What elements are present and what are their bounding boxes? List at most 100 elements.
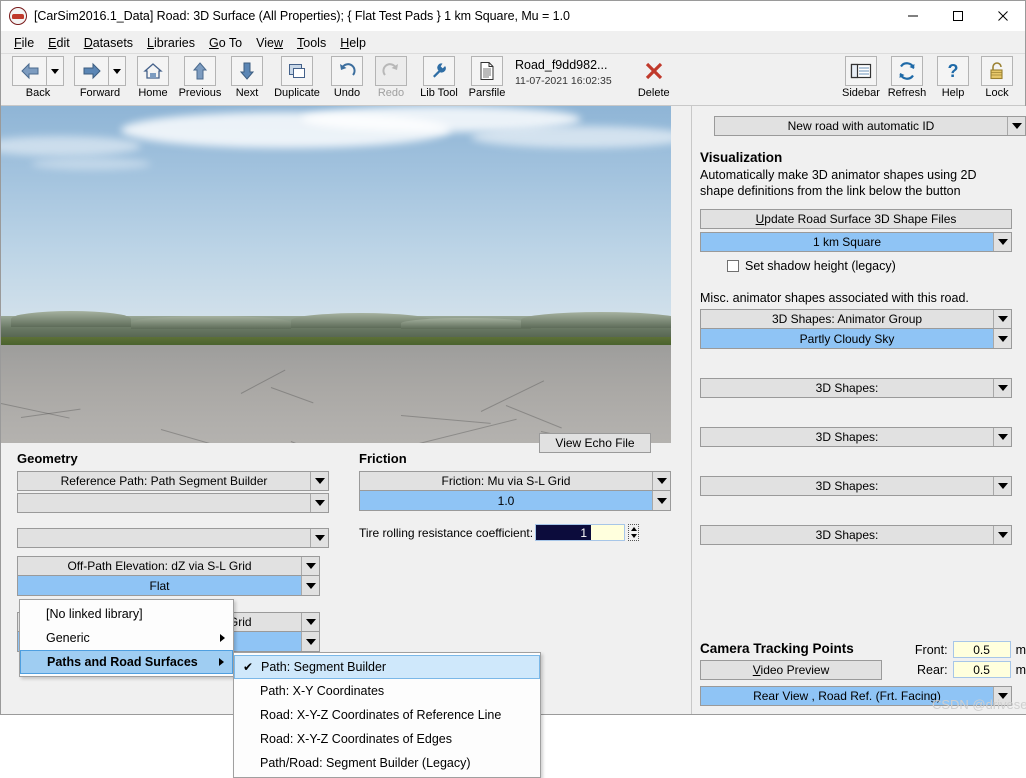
reference-path-combo-arrow[interactable]: [310, 472, 328, 490]
road-id-combo-arrow[interactable]: [1007, 117, 1025, 135]
offpath-elevation-1-value[interactable]: Flat: [17, 576, 320, 596]
secondary-combo[interactable]: [17, 528, 329, 548]
offpath-elevation-2-arrow[interactable]: [301, 613, 319, 631]
menu-datasets[interactable]: Datasets: [77, 34, 140, 52]
3d-shapes-combo-1[interactable]: 3D Shapes:: [700, 378, 1012, 398]
forward-arrow-icon[interactable]: [74, 56, 108, 86]
menu-item-label: [No linked library]: [46, 607, 143, 621]
forward-button[interactable]: Forward: [71, 54, 129, 99]
path-type-submenu[interactable]: ✔ Path: Segment Builder Path: X-Y Coordi…: [233, 652, 541, 778]
back-button[interactable]: Back: [9, 54, 67, 99]
3d-shapes-combo-4[interactable]: 3D Shapes:: [700, 525, 1012, 545]
offpath-elevation-1-value-arrow[interactable]: [301, 576, 319, 595]
menu-item-generic[interactable]: Generic: [20, 626, 233, 650]
camera-view-combo[interactable]: Rear View , Road Ref. (Frt. Facing): [700, 686, 1012, 706]
submenu-item-path-xy-coordinates[interactable]: Path: X-Y Coordinates: [234, 679, 540, 703]
rolling-resistance-stepper[interactable]: [628, 524, 640, 541]
wrench-icon[interactable]: [423, 56, 455, 86]
friction-combo[interactable]: Friction: Mu via S-L Grid: [359, 471, 671, 491]
3d-shapes-arrow-4[interactable]: [993, 526, 1011, 544]
home-button[interactable]: Home: [133, 54, 173, 99]
library-context-menu[interactable]: [No linked library] Generic Paths and Ro…: [19, 599, 234, 677]
3d-shapes-arrow-2[interactable]: [993, 428, 1011, 446]
menu-edit[interactable]: Edit: [41, 34, 77, 52]
next-button[interactable]: Next: [227, 54, 267, 99]
minimize-icon[interactable]: [890, 1, 935, 31]
maximize-icon[interactable]: [935, 1, 980, 31]
menu-view[interactable]: View: [249, 34, 290, 52]
parsfile-button[interactable]: Parsfile: [467, 54, 507, 99]
toolbar-right-group: Sidebar Refresh ? Help Lock: [839, 54, 1025, 99]
reference-path-value-combo[interactable]: [17, 493, 329, 513]
menu-libraries[interactable]: Libraries: [140, 34, 202, 52]
menu-goto[interactable]: Go To: [202, 34, 249, 52]
offpath-elevation-1-arrow[interactable]: [301, 557, 319, 575]
submenu-item-path-segment-builder[interactable]: ✔ Path: Segment Builder: [234, 655, 540, 679]
close-icon[interactable]: [980, 1, 1025, 31]
shadow-height-checkbox[interactable]: [727, 260, 739, 272]
menu-help[interactable]: Help: [333, 34, 373, 52]
refresh-button[interactable]: Refresh: [885, 54, 929, 99]
offpath-elevation-2-value-arrow[interactable]: [301, 632, 319, 651]
previous-button[interactable]: Previous: [177, 54, 223, 99]
3d-shapes-combo-3[interactable]: 3D Shapes:: [700, 476, 1012, 496]
animator-group-arrow[interactable]: [993, 310, 1011, 328]
rear-input[interactable]: 0.5: [952, 661, 1011, 678]
menu-item-paths-and-road-surfaces[interactable]: Paths and Road Surfaces: [20, 650, 233, 674]
animator-group-value-combo[interactable]: Partly Cloudy Sky: [700, 329, 1012, 349]
front-input[interactable]: 0.5: [952, 641, 1011, 658]
question-mark-icon[interactable]: ?: [937, 56, 969, 86]
forward-dropdown-icon[interactable]: [108, 56, 126, 86]
duplicate-button[interactable]: Duplicate: [271, 54, 323, 99]
camera-view-combo-arrow[interactable]: [993, 687, 1011, 705]
road-3d-preview[interactable]: [1, 106, 671, 443]
secondary-combo-arrow[interactable]: [310, 529, 328, 547]
down-arrow-icon[interactable]: [231, 56, 263, 86]
duplicate-icon[interactable]: [281, 56, 313, 86]
animator-group-value-arrow[interactable]: [993, 329, 1011, 348]
menu-item-no-linked-library[interactable]: [No linked library]: [20, 602, 233, 626]
delete-x-icon[interactable]: [638, 56, 670, 86]
shape-combo-arrow[interactable]: [993, 233, 1011, 251]
lock-button[interactable]: Lock: [977, 54, 1017, 99]
toolbar: Back Forward Home Previous Next Duplicat…: [1, 54, 1025, 106]
menu-file[interactable]: FFileile: [7, 34, 41, 52]
rolling-resistance-input[interactable]: 1: [535, 524, 626, 541]
3d-shapes-combo-2[interactable]: 3D Shapes:: [700, 427, 1012, 447]
video-preview-button[interactable]: Video Preview: [700, 660, 882, 680]
friction-value-combo-arrow[interactable]: [652, 491, 670, 510]
back-dropdown-icon[interactable]: [46, 56, 64, 86]
reference-path-combo[interactable]: Reference Path: Path Segment Builder: [17, 471, 329, 491]
refresh-icon[interactable]: [891, 56, 923, 86]
shadow-height-checkbox-row[interactable]: Set shadow height (legacy): [727, 259, 1026, 273]
up-arrow-icon[interactable]: [184, 56, 216, 86]
submenu-item-road-xyz-reference-line[interactable]: Road: X-Y-Z Coordinates of Reference Lin…: [234, 703, 540, 727]
update-road-surface-button[interactable]: Update Road Surface 3D Shape Files: [700, 209, 1012, 229]
reference-path-value-arrow[interactable]: [310, 494, 328, 512]
sidebar-button[interactable]: Sidebar: [841, 54, 881, 99]
road-id-combo[interactable]: New road with automatic ID: [714, 116, 1026, 136]
view-echo-file-button[interactable]: View Echo File: [539, 433, 651, 453]
offpath-elevation-1-combo[interactable]: Off-Path Elevation: dZ via S-L Grid: [17, 556, 320, 576]
submenu-item-label: Path/Road: Segment Builder (Legacy): [260, 756, 471, 770]
home-icon[interactable]: [137, 56, 169, 86]
lib-tool-button[interactable]: Lib Tool: [415, 54, 463, 99]
delete-button[interactable]: Delete: [634, 54, 674, 99]
friction-value-combo[interactable]: 1.0: [359, 491, 671, 511]
parsfile-icon[interactable]: [471, 56, 503, 86]
help-button[interactable]: ? Help: [933, 54, 973, 99]
main-body: Geometry Reference Path: Path Segment Bu…: [1, 106, 1026, 778]
lock-icon[interactable]: [981, 56, 1013, 86]
submenu-item-path-road-segment-builder-legacy[interactable]: Path/Road: Segment Builder (Legacy): [234, 751, 540, 775]
sidebar-icon[interactable]: [845, 56, 877, 86]
3d-shapes-arrow-3[interactable]: [993, 477, 1011, 495]
back-arrow-icon[interactable]: [12, 56, 46, 86]
animator-group-combo[interactable]: 3D Shapes: Animator Group: [700, 309, 1012, 329]
menu-tools[interactable]: Tools: [290, 34, 333, 52]
3d-shapes-arrow-1[interactable]: [993, 379, 1011, 397]
undo-button[interactable]: Undo: [327, 54, 367, 99]
submenu-item-road-xyz-edges[interactable]: Road: X-Y-Z Coordinates of Edges: [234, 727, 540, 751]
friction-combo-arrow[interactable]: [652, 472, 670, 490]
undo-icon[interactable]: [331, 56, 363, 86]
shape-combo[interactable]: 1 km Square: [700, 232, 1012, 252]
